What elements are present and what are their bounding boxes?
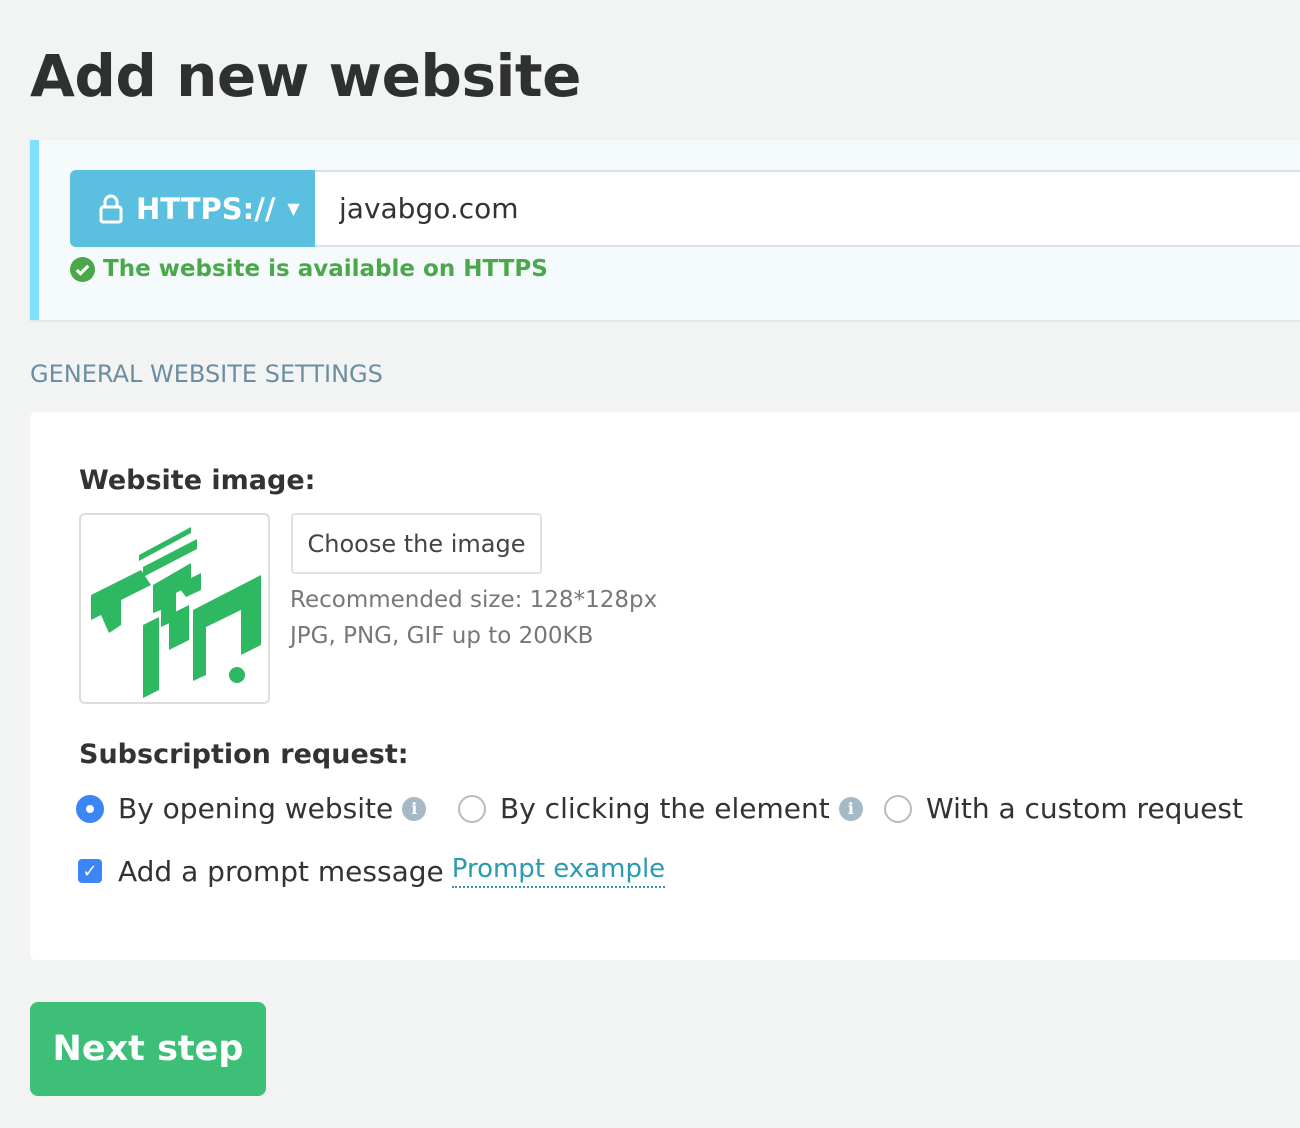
radio-by-clicking-element[interactable]: By clicking the element i xyxy=(458,792,863,825)
website-image-label: Website image: xyxy=(79,465,316,496)
radio-selected[interactable] xyxy=(76,794,104,823)
prompt-example-link[interactable]: Prompt example xyxy=(451,854,666,888)
choose-image-button[interactable]: Choose the image xyxy=(291,513,542,574)
protocol-dropdown[interactable]: HTTPS:// ▼ xyxy=(70,170,315,247)
option-label: By opening website xyxy=(118,792,394,825)
url-input[interactable] xyxy=(315,170,1300,247)
radio-custom-request[interactable]: With a custom request xyxy=(884,792,1243,825)
next-step-button[interactable]: Next step xyxy=(30,1002,266,1096)
subscription-label: Subscription request: xyxy=(79,739,409,770)
protocol-label: HTTPS:// xyxy=(136,191,276,226)
prompt-message-checkbox-row[interactable]: ✓ Add a prompt message Prompt example xyxy=(78,854,666,888)
checkbox-checked[interactable]: ✓ xyxy=(78,859,102,883)
https-status: The website is available on HTTPS xyxy=(70,256,548,282)
section-title: GENERAL WEBSITE SETTINGS xyxy=(30,360,383,388)
https-status-text: The website is available on HTTPS xyxy=(103,256,548,282)
option-label: With a custom request xyxy=(926,792,1243,825)
check-circle-icon xyxy=(70,256,95,282)
radio-unselected[interactable] xyxy=(458,794,486,823)
radio-unselected[interactable] xyxy=(884,794,912,823)
page-title: Add new website xyxy=(30,42,581,110)
recommended-size-hint: Recommended size: 128*128px xyxy=(290,587,658,613)
prompt-checkbox-label: Add a prompt message xyxy=(118,854,444,888)
website-logo xyxy=(91,527,261,698)
lock-icon xyxy=(99,194,123,223)
radio-by-opening-website[interactable]: By opening website i xyxy=(76,792,427,825)
info-icon[interactable]: i xyxy=(402,796,427,821)
website-image-preview xyxy=(79,513,270,704)
info-icon[interactable]: i xyxy=(838,796,863,821)
option-label: By clicking the element xyxy=(500,792,830,825)
caret-down-icon: ▼ xyxy=(287,199,300,218)
format-hint: JPG, PNG, GIF up to 200KB xyxy=(290,623,594,649)
